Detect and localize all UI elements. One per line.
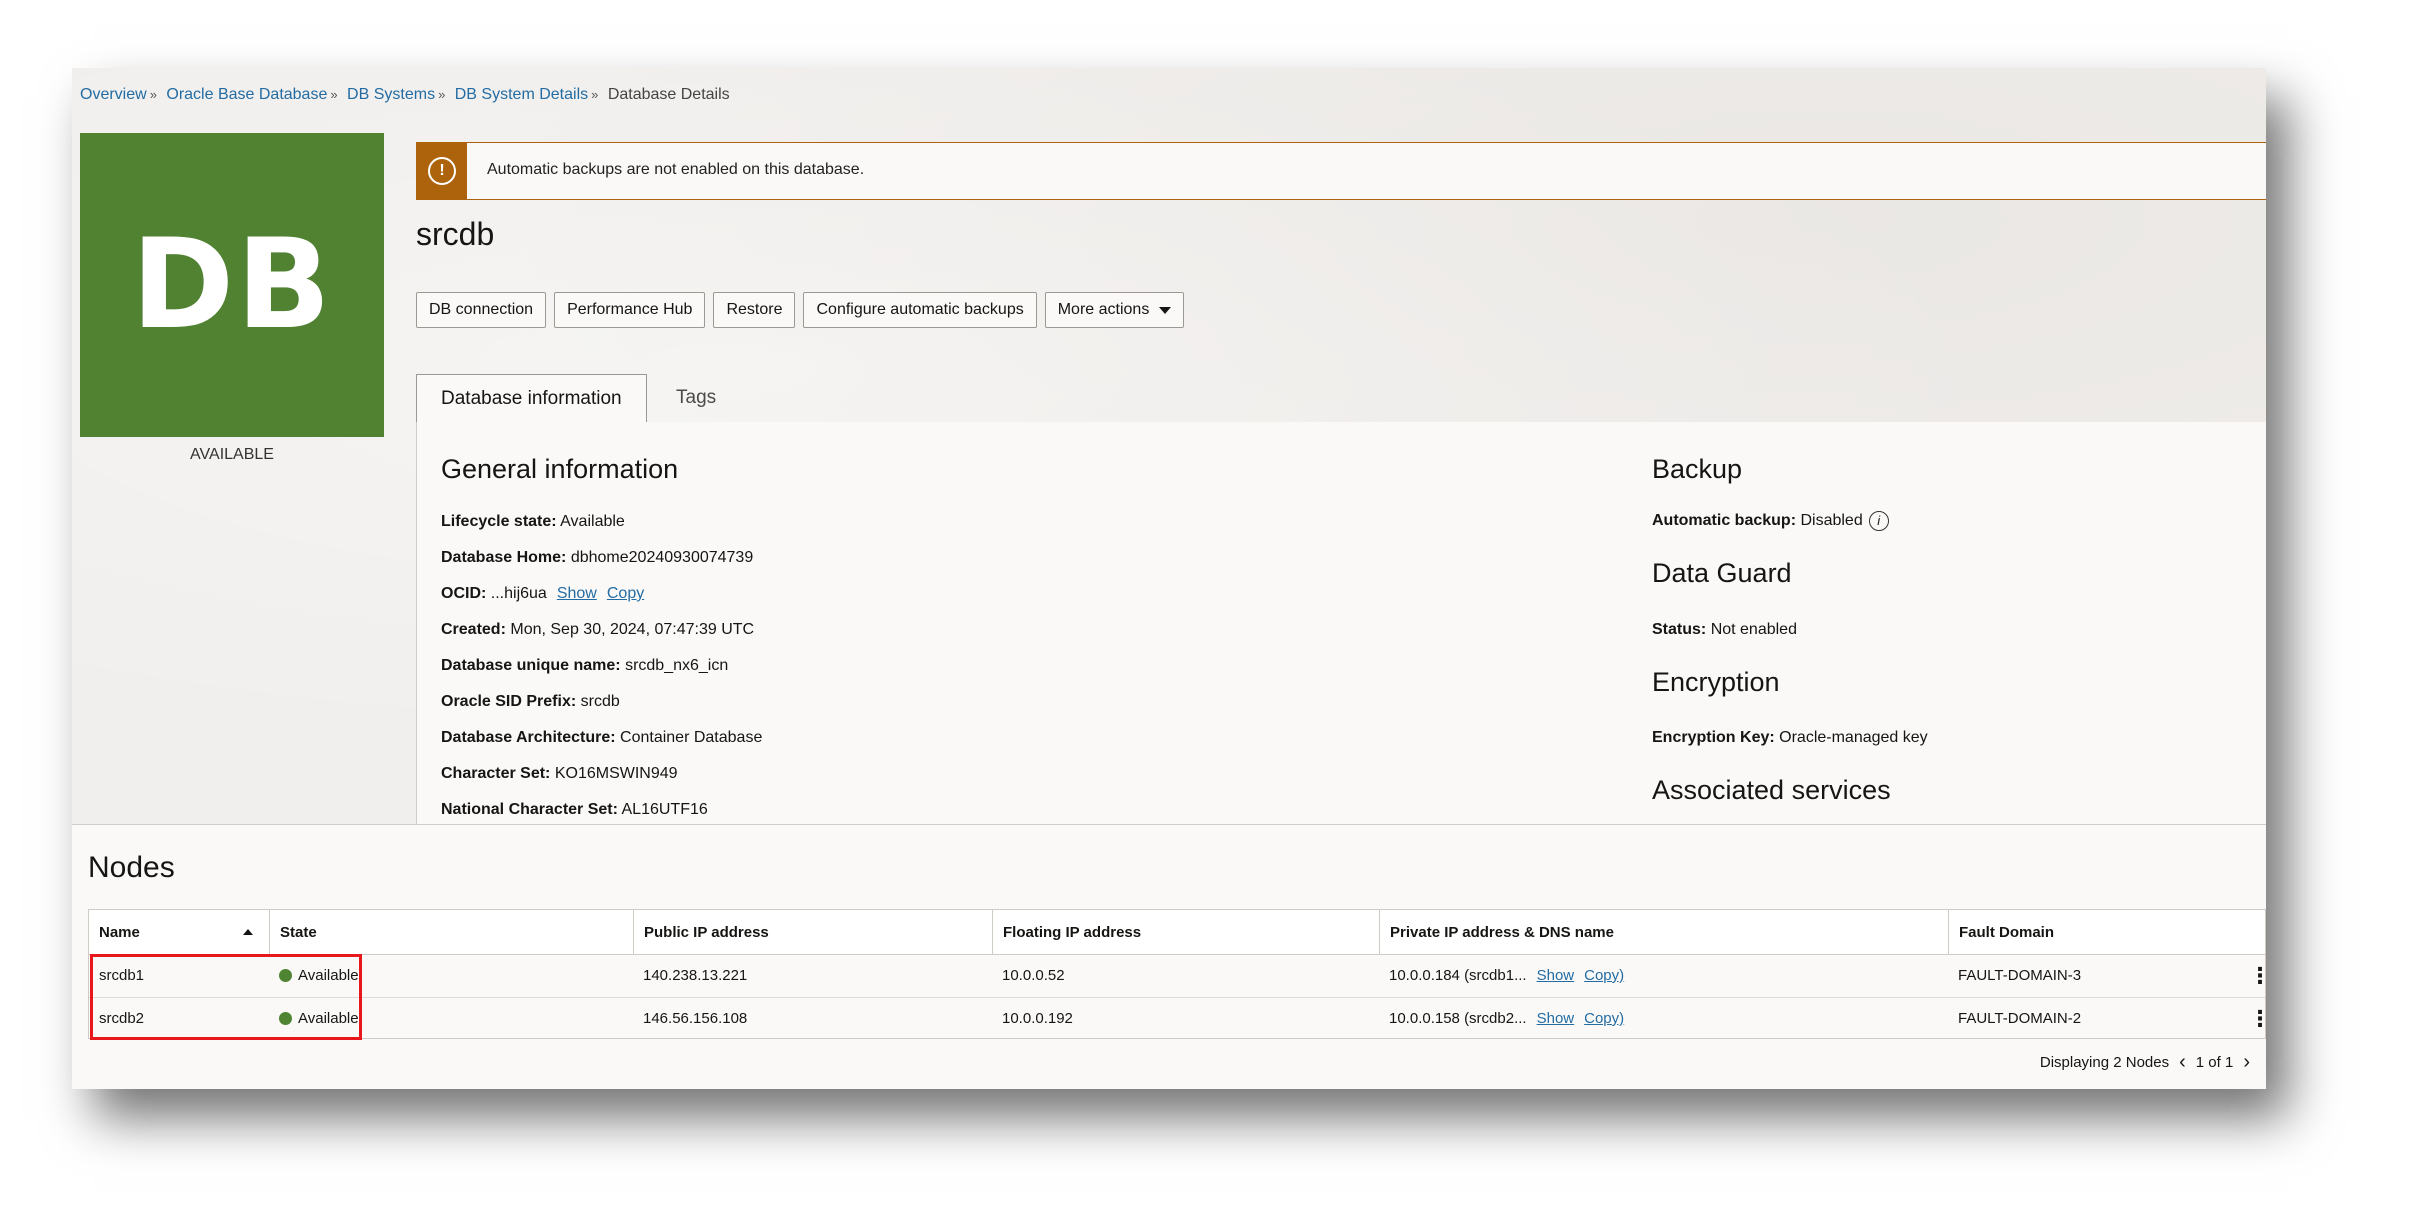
private-ip-copy-link[interactable]: Copy) bbox=[1584, 967, 1624, 984]
info-icon[interactable]: i bbox=[1868, 511, 1889, 531]
caret-down-icon bbox=[1159, 306, 1172, 314]
breadcrumb-current: Database Details bbox=[607, 86, 730, 103]
data-guard-heading: Data Guard bbox=[1652, 558, 1792, 588]
breadcrumb-db-system-details[interactable]: DB System Details bbox=[455, 86, 588, 103]
lifecycle-state-row: Lifecycle state: Available bbox=[441, 513, 625, 530]
backup-warning-alert: ! Automatic backups are not enabled on t… bbox=[416, 142, 2266, 200]
db-connection-button[interactable]: DB connection bbox=[416, 292, 547, 328]
column-header-state[interactable]: State bbox=[269, 910, 633, 954]
breadcrumb-oracle-base-database[interactable]: Oracle Base Database bbox=[166, 86, 327, 103]
database-information-panel: General information Lifecycle state: Ava… bbox=[416, 422, 2266, 824]
configure-backups-button[interactable]: Configure automatic backups bbox=[803, 292, 1037, 328]
tab-tags[interactable]: Tags bbox=[676, 374, 716, 422]
fault-domain: FAULT-DOMAIN-2 bbox=[1958, 1010, 2082, 1027]
detail-tabs: Database information Tags bbox=[416, 374, 2266, 423]
pagination: Displaying 2 Nodes ‹ 1 of 1 › bbox=[2040, 1051, 2250, 1074]
sort-ascending-icon bbox=[243, 929, 253, 935]
status-dot-icon bbox=[279, 1012, 292, 1025]
column-header-name[interactable]: Name bbox=[89, 910, 269, 954]
fault-domain: FAULT-DOMAIN-3 bbox=[1958, 967, 2082, 984]
database-home-row: Database Home: dbhome20240930074739 bbox=[441, 549, 754, 566]
page-title: srcdb bbox=[416, 216, 495, 252]
column-header-private-ip[interactable]: Private IP address & DNS name bbox=[1379, 910, 1948, 954]
chevron-right-icon[interactable]: › bbox=[2243, 1051, 2250, 1074]
nodes-table: Name State Public IP address Floating IP… bbox=[88, 909, 2271, 1040]
node-name[interactable]: srcdb2 bbox=[89, 997, 144, 1040]
breadcrumb: Overview» Oracle Base Database» DB Syste… bbox=[80, 86, 730, 103]
kebab-menu-icon[interactable]: ⋮ bbox=[2239, 954, 2271, 997]
nodes-panel: Nodes Name State Public IP address Float… bbox=[72, 824, 2271, 1089]
ocid-copy-link[interactable]: Copy bbox=[607, 585, 644, 602]
column-header-fault-domain[interactable]: Fault Domain bbox=[1948, 910, 2266, 954]
sid-prefix-row: Oracle SID Prefix: srcdb bbox=[441, 693, 620, 710]
ocid-row: OCID: ...hij6ua Show Copy bbox=[441, 585, 645, 602]
character-set-row: Character Set: KO16MSWIN949 bbox=[441, 765, 678, 782]
db-status-label: AVAILABLE bbox=[190, 446, 274, 463]
table-header: Name State Public IP address Floating IP… bbox=[89, 910, 2265, 955]
page-indicator: 1 of 1 bbox=[2195, 1054, 2234, 1071]
ocid-show-link[interactable]: Show bbox=[557, 585, 597, 602]
automatic-backup-row: Automatic backup: Disabled i bbox=[1652, 511, 1889, 531]
column-header-floating-ip[interactable]: Floating IP address bbox=[992, 910, 1379, 954]
unique-name-row: Database unique name: srcdb_nx6_icn bbox=[441, 657, 729, 674]
private-ip-show-link[interactable]: Show bbox=[1537, 1010, 1575, 1027]
encryption-heading: Encryption bbox=[1652, 667, 1780, 697]
breadcrumb-db-systems[interactable]: DB Systems bbox=[347, 86, 435, 103]
node-state: Available bbox=[269, 997, 359, 1040]
breadcrumb-overview[interactable]: Overview bbox=[80, 86, 147, 103]
created-row: Created: Mon, Sep 30, 2024, 07:47:39 UTC bbox=[441, 621, 755, 638]
general-information-heading: General information bbox=[441, 454, 679, 484]
private-ip: 10.0.0.158 (srcdb2... Show Copy) bbox=[1389, 1010, 1625, 1027]
node-name[interactable]: srcdb1 bbox=[89, 954, 144, 997]
column-header-public-ip[interactable]: Public IP address bbox=[633, 910, 992, 954]
status-dot-icon bbox=[279, 969, 292, 982]
encryption-key-row: Encryption Key: Oracle-managed key bbox=[1652, 729, 1928, 746]
architecture-row: Database Architecture: Container Databas… bbox=[441, 729, 763, 746]
public-ip: 140.238.13.221 bbox=[643, 967, 748, 984]
private-ip-show-link[interactable]: Show bbox=[1537, 967, 1575, 984]
floating-ip: 10.0.0.192 bbox=[1002, 1010, 1073, 1027]
displaying-count: Displaying 2 Nodes bbox=[2039, 1054, 2170, 1071]
backup-heading: Backup bbox=[1652, 454, 1743, 484]
associated-services-heading: Associated services bbox=[1652, 775, 1891, 805]
private-ip-copy-link[interactable]: Copy) bbox=[1584, 1010, 1624, 1027]
national-character-set-row: National Character Set: AL16UTF16 bbox=[441, 801, 708, 818]
warning-icon: ! bbox=[428, 157, 456, 185]
action-toolbar: DB connection Performance Hub Restore Co… bbox=[416, 292, 1185, 328]
performance-hub-button[interactable]: Performance Hub bbox=[554, 292, 706, 328]
floating-ip: 10.0.0.52 bbox=[1002, 967, 1065, 984]
restore-button[interactable]: Restore bbox=[713, 292, 796, 328]
more-actions-button[interactable]: More actions bbox=[1044, 292, 1185, 328]
data-guard-status-row: Status: Not enabled bbox=[1652, 621, 1797, 638]
table-row[interactable]: srcdb1 Available 140.238.13.221 10.0.0.5… bbox=[89, 954, 2271, 998]
private-ip: 10.0.0.184 (srcdb1... Show Copy) bbox=[1389, 967, 1625, 984]
public-ip: 146.56.156.108 bbox=[643, 1010, 748, 1027]
chevron-left-icon[interactable]: ‹ bbox=[2179, 1051, 2186, 1074]
database-details-panel: Overview» Oracle Base Database» DB Syste… bbox=[72, 68, 2266, 824]
alert-message: Automatic backups are not enabled on thi… bbox=[487, 161, 865, 178]
table-row[interactable]: srcdb2 Available 146.56.156.108 10.0.0.1… bbox=[89, 997, 2271, 1040]
node-state: Available bbox=[269, 954, 359, 997]
nodes-title: Nodes bbox=[88, 851, 175, 884]
kebab-menu-icon[interactable]: ⋮ bbox=[2239, 997, 2271, 1040]
db-icon-tile: DB bbox=[80, 133, 384, 437]
tab-database-information[interactable]: Database information bbox=[416, 374, 647, 423]
